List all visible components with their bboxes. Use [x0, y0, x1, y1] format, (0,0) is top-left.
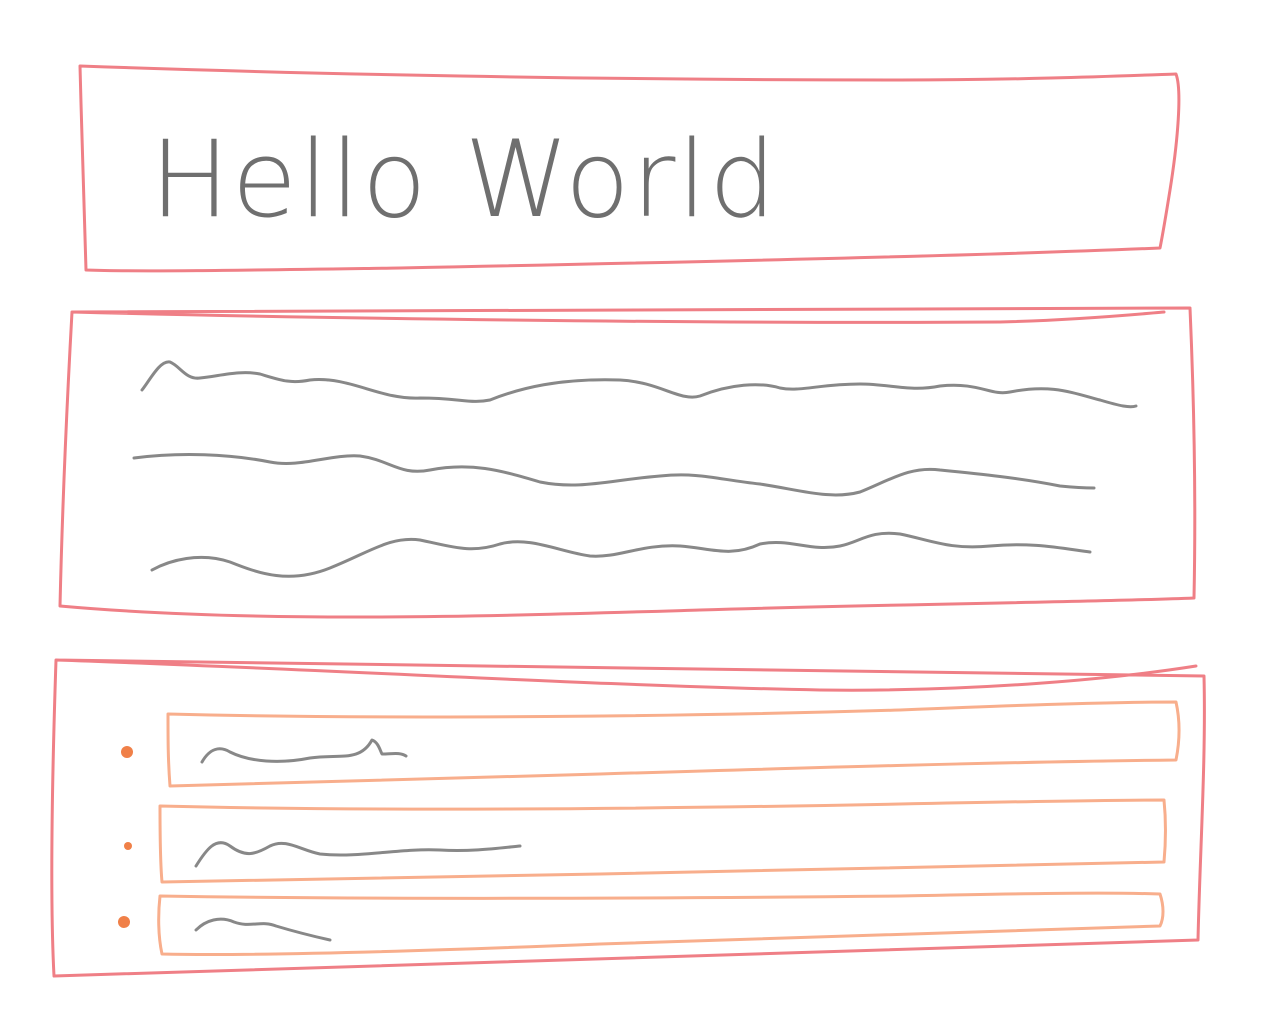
bullet-icon — [121, 746, 133, 758]
paragraph-box — [58, 306, 1197, 619]
list-section — [50, 658, 1206, 978]
wireframe-canvas: Hello World — [50, 64, 1206, 978]
list-item-box — [166, 700, 1181, 788]
header-section: Hello World — [78, 64, 1181, 273]
paragraph-line-2 — [132, 453, 1096, 497]
paragraph-line-1 — [140, 360, 1138, 409]
bullet-icon — [118, 916, 130, 928]
page-title: Hello World — [150, 118, 778, 241]
paragraph-section — [58, 306, 1197, 619]
list-item-text-line — [194, 917, 332, 942]
list-item[interactable] — [124, 798, 1167, 884]
list-item-text-line — [200, 738, 408, 764]
bullet-icon — [124, 842, 132, 850]
list-box — [50, 658, 1206, 978]
paragraph-line-3 — [150, 531, 1092, 578]
list-item-box — [158, 798, 1167, 884]
list-item-text-line — [194, 841, 522, 868]
list-item[interactable] — [121, 700, 1181, 788]
